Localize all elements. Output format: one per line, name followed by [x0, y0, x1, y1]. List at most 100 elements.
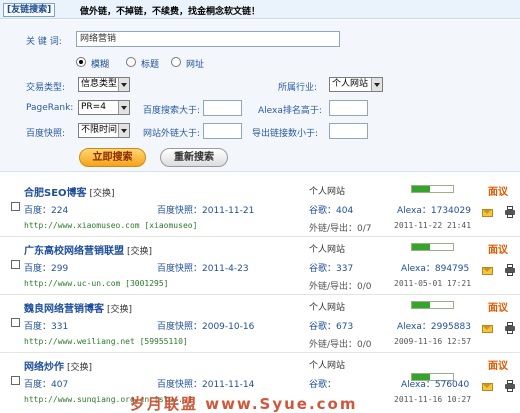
result-url[interactable]: http://www.xiaomuseo.com [xiaomuseo]	[24, 221, 197, 230]
swap-tag[interactable]: [交换]	[67, 363, 92, 373]
price-negotiable: 面议	[488, 303, 508, 314]
swap-tag[interactable]: [交换]	[127, 247, 152, 257]
result-date: 2009-11-16 12:57	[394, 337, 472, 346]
select-checkbox[interactable]	[11, 376, 20, 385]
industry-label: 所属行业:	[278, 83, 318, 93]
pagerank-label: PageRank:	[26, 103, 74, 113]
result-date: 2011-11-16 10:27	[394, 395, 472, 404]
snapshot-value: 不限时间	[81, 125, 118, 135]
reset-button[interactable]: 重新搜索	[160, 148, 228, 167]
export-links-input[interactable]	[329, 123, 368, 139]
link-search-tab[interactable]: [友链搜索]	[3, 3, 56, 17]
result-url[interactable]: http://www.uc-un.com [3001295]	[24, 279, 169, 288]
chevron-down-icon	[118, 101, 129, 114]
result-item: 广东高校网络营销联盟 [交换] 个人网站 面议 百度：299 百度快照：2011-…	[0, 237, 520, 295]
mail-icon[interactable]	[482, 267, 493, 275]
search-panel: 关 键 词: 网络营销 模糊 标题 网址 交易类型: 信息类型 所属行业: 个人…	[0, 20, 520, 172]
price-negotiable: 面议	[488, 245, 508, 256]
baidu-count: 百度：331	[24, 322, 69, 332]
pagerank-value: PR=4	[81, 102, 106, 112]
price-negotiable: 面议	[488, 187, 508, 198]
google-count: 谷歌：673	[309, 322, 354, 332]
mail-icon[interactable]	[482, 383, 493, 391]
result-category: 个人网站	[309, 361, 346, 371]
price-negotiable: 面议	[488, 361, 508, 372]
mode-fuzzy-radio[interactable]	[76, 57, 86, 67]
alexa-label: Alexa排名高于:	[258, 106, 322, 116]
baidu-count: 百度：224	[24, 206, 69, 216]
keyword-label: 关 键 词:	[26, 37, 62, 47]
trade-type-label: 交易类型:	[26, 83, 66, 93]
printer-icon[interactable]	[505, 206, 515, 218]
chevron-down-icon	[118, 78, 129, 91]
rank-bar	[411, 185, 454, 193]
trade-type-select[interactable]: 信息类型	[78, 77, 130, 92]
baidu-snapshot: 百度快照：2011-4-23	[157, 264, 249, 274]
alexa-rank: Alexa：1734029	[397, 206, 471, 216]
select-checkbox[interactable]	[11, 260, 20, 269]
printer-icon[interactable]	[505, 380, 515, 392]
search-button[interactable]: 立即搜索	[79, 148, 146, 167]
mail-icon[interactable]	[482, 325, 493, 333]
result-category: 个人网站	[309, 187, 346, 197]
rank-bar	[411, 301, 454, 309]
baidu-snapshot: 百度快照：2011-11-21	[157, 206, 255, 216]
industry-select[interactable]: 个人网站	[329, 77, 383, 92]
snapshot-select[interactable]: 不限时间	[78, 123, 130, 138]
result-title-text[interactable]: 网络炒作	[24, 362, 64, 373]
chevron-down-icon	[118, 124, 129, 137]
watermark: 岁月联盟 www.Syue.com	[130, 395, 358, 413]
mode-url-label: 网址	[186, 60, 205, 70]
site-links-input[interactable]	[203, 123, 242, 139]
swap-tag[interactable]: [交换]	[107, 305, 132, 315]
result-title[interactable]: 广东高校网络营销联盟 [交换]	[24, 242, 152, 257]
result-category: 个人网站	[309, 303, 346, 313]
rank-bar-fill	[412, 244, 431, 250]
alexa-rank: Alexa：894795	[401, 264, 470, 274]
link-counts: 外链/导出：0/0	[309, 282, 372, 292]
result-date: 2011-11-22 21:41	[394, 221, 472, 230]
result-date: 2011-05-01 17:21	[394, 279, 472, 288]
link-counts: 外链/导出：0/0	[309, 340, 372, 350]
result-url[interactable]: http://www.weiliang.net [59955110]	[24, 337, 188, 346]
mail-icon[interactable]	[482, 209, 493, 217]
google-count: 谷歌：404	[309, 206, 354, 216]
result-title[interactable]: 魏良网络营销博客 [交换]	[24, 300, 132, 315]
printer-icon[interactable]	[505, 264, 515, 276]
industry-value: 个人网站	[332, 79, 369, 89]
result-title-text[interactable]: 广东高校网络营销联盟	[24, 246, 124, 257]
google-count: 谷歌：337	[309, 264, 354, 274]
snapshot-label: 百度快照:	[26, 129, 66, 139]
alexa-input[interactable]	[329, 100, 368, 116]
result-item: 合肥SEO博客 [交换] 个人网站 面议 百度：224 百度快照：2011-11-…	[0, 179, 520, 237]
select-checkbox[interactable]	[11, 202, 20, 211]
mode-url-radio[interactable]	[171, 57, 181, 67]
alexa-rank: Alexa：2995883	[397, 322, 471, 332]
rank-bar-fill	[412, 186, 431, 192]
slogan-text: 做外链，不掉链，不续费，找金桐念软文链！	[80, 7, 261, 17]
result-title[interactable]: 合肥SEO博客 [交换]	[24, 184, 115, 199]
baidu-count: 百度：407	[24, 380, 69, 390]
result-item: 魏良网络营销博客 [交换] 个人网站 面议 百度：331 百度快照：2009-10…	[0, 295, 520, 353]
baidu-search-label: 百度搜索大于:	[143, 106, 201, 116]
alexa-rank: Alexa：576040	[401, 380, 470, 390]
rank-bar-fill	[412, 302, 431, 308]
result-category: 个人网站	[309, 245, 346, 255]
top-bar: [友链搜索] 做外链，不掉链，不续费，找金桐念软文链！	[0, 0, 520, 19]
result-title[interactable]: 网络炒作 [交换]	[24, 358, 92, 373]
printer-icon[interactable]	[505, 322, 515, 334]
mode-fuzzy-label: 模糊	[91, 60, 110, 70]
site-links-label: 网站外链大于:	[143, 129, 201, 139]
swap-tag[interactable]: [交换]	[90, 189, 115, 199]
pagerank-select[interactable]: PR=4	[78, 100, 130, 115]
select-checkbox[interactable]	[11, 318, 20, 327]
chevron-down-icon	[371, 78, 382, 91]
result-title-text[interactable]: 魏良网络营销博客	[24, 304, 104, 315]
result-title-text[interactable]: 合肥SEO博客	[24, 188, 87, 199]
mode-title-radio[interactable]	[126, 57, 136, 67]
keyword-input[interactable]: 网络营销	[76, 31, 340, 47]
baidu-snapshot: 百度快照：2011-11-14	[157, 380, 255, 390]
trade-type-value: 信息类型	[81, 79, 118, 89]
export-links-label: 导出链接数小于:	[252, 129, 319, 139]
baidu-search-input[interactable]	[203, 100, 242, 116]
